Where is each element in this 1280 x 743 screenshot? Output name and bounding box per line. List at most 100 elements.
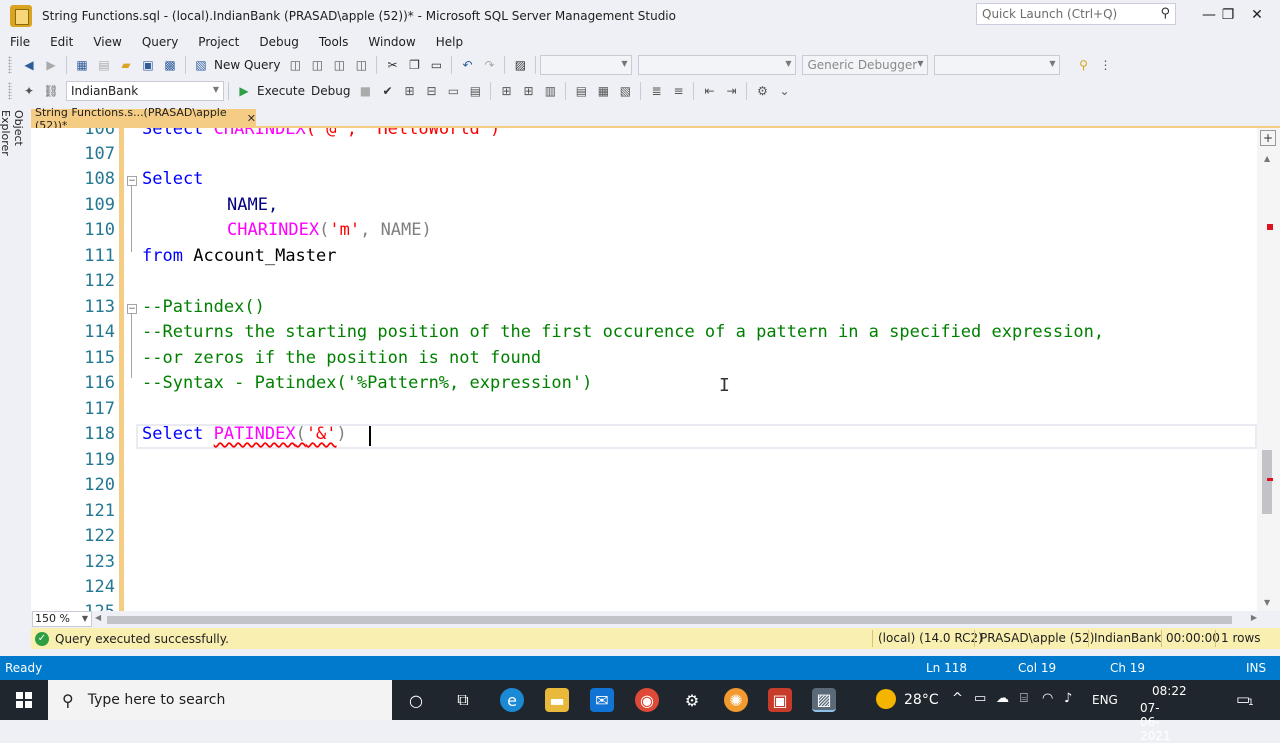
- split-editor-icon[interactable]: +: [1260, 130, 1276, 146]
- copy-icon[interactable]: ❐: [405, 56, 423, 74]
- object-explorer-tab[interactable]: Object Explorer: [0, 110, 25, 190]
- xmla-query-icon[interactable]: ◫: [330, 56, 348, 74]
- include-plan-icon[interactable]: ⊞: [497, 82, 515, 100]
- volume-icon[interactable]: ♪: [1064, 691, 1072, 706]
- new-query-button[interactable]: New Query: [214, 58, 280, 72]
- find-in-files-icon[interactable]: ⚲: [1074, 56, 1092, 74]
- zoom-combo[interactable]: 150 % ▼: [32, 611, 92, 627]
- debug-target-combo[interactable]: ▼: [934, 55, 1061, 75]
- save-all-icon[interactable]: ▩: [161, 56, 179, 74]
- debugger-combo[interactable]: Generic Debugger ▼: [802, 55, 929, 75]
- forward-icon[interactable]: ▶: [42, 56, 60, 74]
- comment-icon[interactable]: ≣: [647, 82, 665, 100]
- scroll-thumb[interactable]: [1262, 450, 1272, 514]
- weather-icon[interactable]: [876, 689, 896, 709]
- debug-button[interactable]: Debug: [311, 84, 350, 98]
- estimated-plan-icon[interactable]: ⊞: [400, 82, 418, 100]
- clock-date[interactable]: 07-06-2021: [1140, 701, 1171, 743]
- save-icon[interactable]: ▣: [139, 56, 157, 74]
- intellisense-icon[interactable]: ▭: [444, 82, 462, 100]
- execute-button[interactable]: Execute: [257, 84, 305, 98]
- activity-monitor-icon[interactable]: ▨: [511, 56, 529, 74]
- results-to-grid-icon[interactable]: ▦: [594, 82, 612, 100]
- new-query-icon[interactable]: ▧: [192, 56, 210, 74]
- menu-edit[interactable]: Edit: [40, 35, 83, 49]
- code-editor[interactable]: 106 107 108 109 110 111 112 113 114 115 …: [31, 128, 1257, 611]
- scroll-left-icon[interactable]: ◀: [95, 613, 101, 622]
- increase-indent-icon[interactable]: ⇥: [722, 82, 740, 100]
- solution-platform-combo[interactable]: ▼: [638, 55, 797, 75]
- execute-icon[interactable]: ▶: [235, 82, 253, 100]
- toolbar-grip[interactable]: [8, 82, 12, 100]
- parse-icon[interactable]: ✔: [378, 82, 396, 100]
- add-item-icon[interactable]: ▤: [95, 56, 113, 74]
- new-project-icon[interactable]: ▦: [73, 56, 91, 74]
- menu-debug[interactable]: Debug: [249, 35, 308, 49]
- toolbar-grip[interactable]: [8, 56, 12, 74]
- task-view-icon[interactable]: ⧉: [451, 688, 475, 712]
- settings-icon[interactable]: ⚙: [680, 688, 704, 712]
- cancel-query-icon[interactable]: ■: [356, 82, 374, 100]
- database-combo[interactable]: IndianBank ▼: [66, 81, 224, 101]
- clock-time[interactable]: 08:22: [1152, 684, 1187, 698]
- change-connection-icon[interactable]: ⛓: [42, 82, 60, 100]
- open-file-icon[interactable]: ▰: [117, 56, 135, 74]
- app-icon[interactable]: ✺: [724, 688, 748, 712]
- start-button[interactable]: [0, 680, 48, 720]
- taskbar-search-box[interactable]: ⚲ Type here to search: [48, 680, 392, 720]
- menu-tools[interactable]: Tools: [309, 35, 359, 49]
- results-to-text-icon[interactable]: ▤: [466, 82, 484, 100]
- chevron-up-icon[interactable]: ^: [952, 691, 963, 706]
- powerpoint-icon[interactable]: ▣: [768, 688, 792, 712]
- device-icon[interactable]: ▭: [974, 691, 986, 706]
- search-icon[interactable]: ⚲: [1160, 6, 1170, 21]
- temperature[interactable]: 28°C: [904, 692, 939, 708]
- document-tab[interactable]: String Functions.s...(PRASAD\apple (52))…: [31, 106, 256, 132]
- menu-help[interactable]: Help: [426, 35, 473, 49]
- scroll-thumb[interactable]: [107, 616, 1232, 624]
- collapse-icon[interactable]: −: [127, 176, 137, 186]
- back-icon[interactable]: ◀: [20, 56, 38, 74]
- solution-config-combo[interactable]: ▼: [540, 55, 633, 75]
- cut-icon[interactable]: ✂: [383, 56, 401, 74]
- mail-icon[interactable]: ✉: [590, 688, 614, 712]
- live-stats-icon[interactable]: ⊞: [519, 82, 537, 100]
- chrome-icon[interactable]: ◉: [635, 688, 659, 712]
- toolbar-overflow-icon[interactable]: ⌄: [775, 82, 793, 100]
- menu-file[interactable]: File: [0, 35, 40, 49]
- menu-query[interactable]: Query: [132, 35, 188, 49]
- results-to-file-icon[interactable]: ▧: [616, 82, 634, 100]
- horizontal-scrollbar[interactable]: ◀ ▶: [95, 612, 1257, 627]
- cortana-icon[interactable]: ○: [404, 688, 428, 712]
- ssms-taskbar-icon[interactable]: ▨: [812, 688, 836, 712]
- scroll-down-icon[interactable]: ▼: [1264, 598, 1270, 607]
- connect-icon[interactable]: ✦: [20, 82, 38, 100]
- dax-query-icon[interactable]: ◫: [352, 56, 370, 74]
- close-button[interactable]: ✕: [1234, 0, 1280, 30]
- language-indicator[interactable]: ENG: [1092, 693, 1118, 707]
- results-to-text-icon-2[interactable]: ▤: [572, 82, 590, 100]
- dmx-query-icon[interactable]: ◫: [308, 56, 326, 74]
- menu-view[interactable]: View: [83, 35, 131, 49]
- undo-icon[interactable]: ↶: [458, 56, 476, 74]
- scroll-right-icon[interactable]: ▶: [1251, 613, 1257, 622]
- quick-launch-input[interactable]: Quick Launch (Ctrl+Q) ⚲: [976, 3, 1176, 25]
- paste-icon[interactable]: ▭: [427, 56, 445, 74]
- menu-window[interactable]: Window: [358, 35, 425, 49]
- specify-values-icon[interactable]: ⚙: [753, 82, 771, 100]
- mdx-query-icon[interactable]: ◫: [286, 56, 304, 74]
- network-icon[interactable]: ⌸: [1020, 691, 1028, 706]
- scroll-up-icon[interactable]: ▲: [1264, 154, 1270, 163]
- decrease-indent-icon[interactable]: ⇤: [700, 82, 718, 100]
- menu-project[interactable]: Project: [188, 35, 249, 49]
- vertical-scrollbar[interactable]: + ▲ ▼: [1257, 128, 1280, 611]
- query-options-icon[interactable]: ⊟: [422, 82, 440, 100]
- file-explorer-icon[interactable]: ▬: [545, 688, 569, 712]
- tab-close-icon[interactable]: ✕: [247, 112, 256, 125]
- client-stats-icon[interactable]: ▥: [541, 82, 559, 100]
- edge-icon[interactable]: e: [500, 688, 524, 712]
- uncomment-icon[interactable]: ≡: [669, 82, 687, 100]
- wifi-icon[interactable]: ◠: [1042, 691, 1053, 706]
- collapse-icon[interactable]: −: [127, 304, 137, 314]
- redo-icon[interactable]: ↷: [480, 56, 498, 74]
